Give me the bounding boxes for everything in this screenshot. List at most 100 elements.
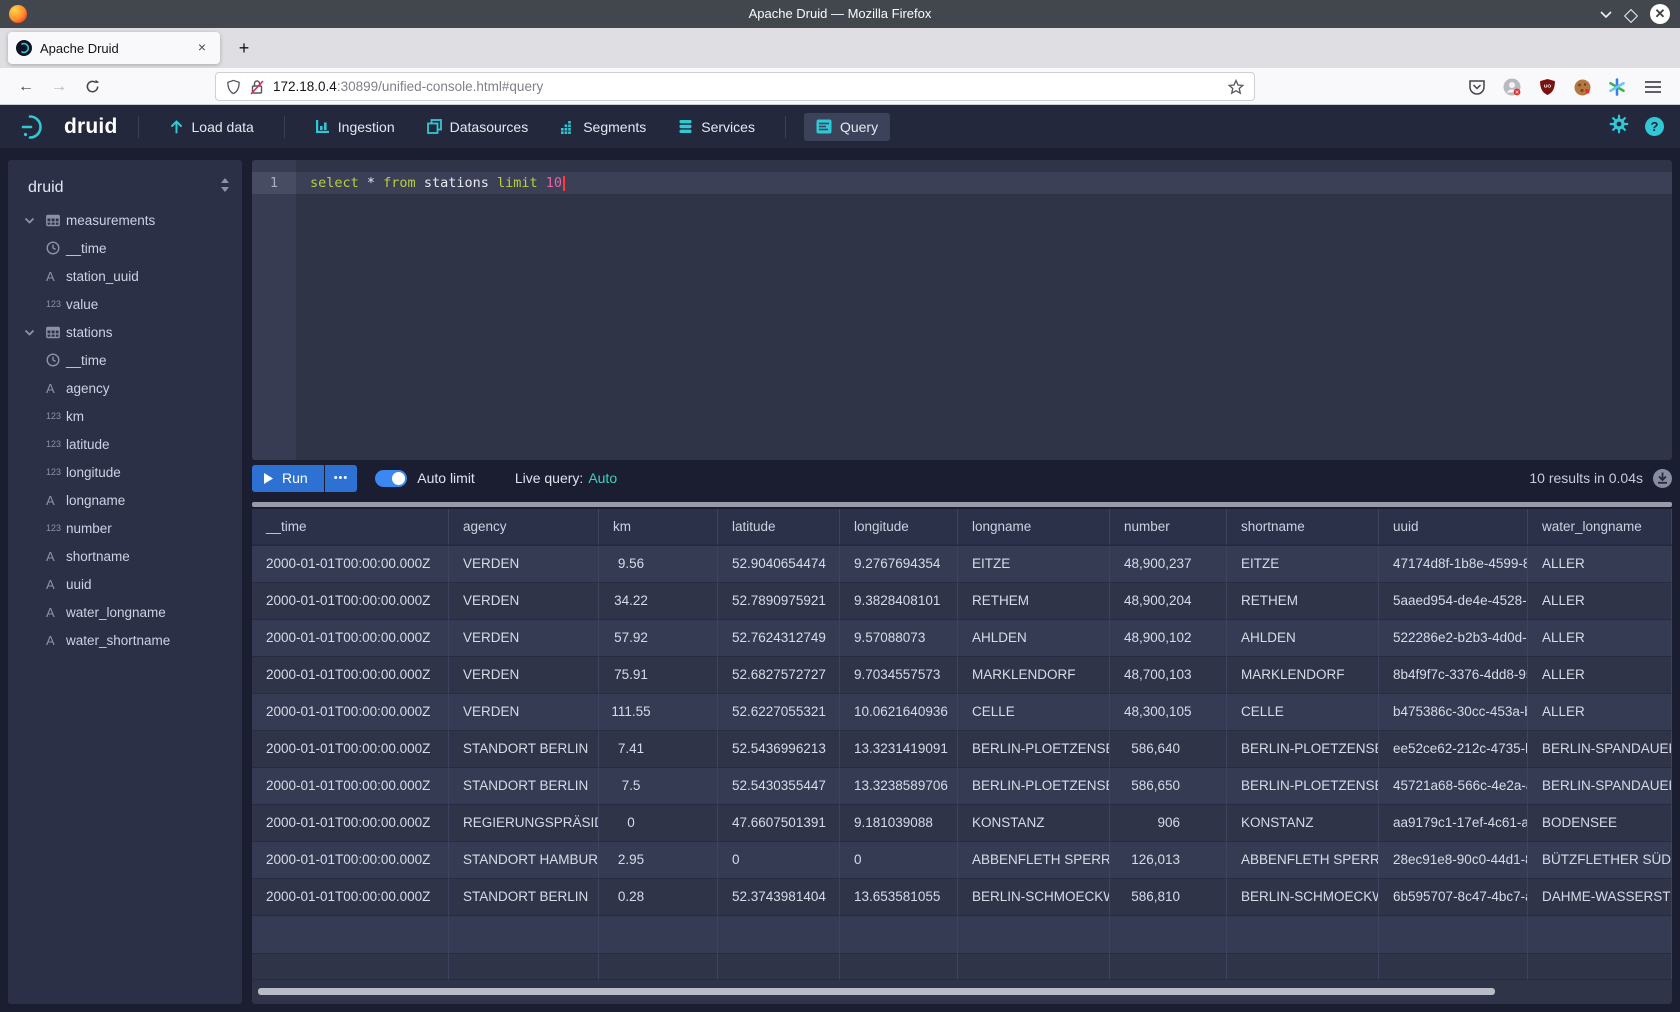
cell-shortname[interactable]: EITZE [1227,546,1379,583]
cell-uuid[interactable]: aa9179c1-17ef-4c61-a48 [1379,805,1528,842]
cell-latitude[interactable]: 47.6607501391 [718,805,840,842]
cell-uuid[interactable]: ee52ce62-212c-4735-b4 [1379,731,1528,768]
column-header-km[interactable]: km [599,509,718,545]
cell-longname[interactable]: EITZE [958,546,1110,583]
cell-km[interactable]: 57.92 [599,620,718,657]
pane-resize-handle[interactable] [252,502,1672,507]
cell-water_longname[interactable]: BERLIN-SPANDAUER-SCHIFFAHRTSKANAL [1528,731,1672,768]
bookmark-star-icon[interactable] [1228,79,1244,95]
cell-km[interactable]: 0 [599,805,718,842]
nav-item-datasources[interactable]: Datasources [415,113,541,141]
help-icon[interactable]: ? [1645,117,1664,136]
chevron-down-icon[interactable] [24,215,46,226]
forward-icon[interactable]: → [45,73,73,101]
cell-longitude[interactable]: 10.0621640936 [840,694,958,731]
cell-longname[interactable]: BERLIN-SCHMOECKWITZ [958,879,1110,916]
cell-longitude[interactable]: 9.3828408101 [840,583,958,620]
cell-agency[interactable]: STANDORT BERLIN [449,768,599,805]
pocket-icon[interactable] [1466,76,1488,98]
cell-agency[interactable]: VERDEN [449,583,599,620]
sidebar-table-measurements[interactable]: measurements [8,206,242,234]
cell-number[interactable]: 48,900,237 [1110,546,1227,583]
cell-latitude[interactable]: 52.5436996213 [718,731,840,768]
cell-longitude[interactable]: 0 [840,842,958,879]
reload-icon[interactable] [78,73,106,101]
cell-longname[interactable]: MARKLENDORF [958,657,1110,694]
cell-longitude[interactable]: 9.181039088 [840,805,958,842]
cell-longitude[interactable]: 13.653581055 [840,879,958,916]
cell-__time[interactable]: 2000-01-01T00:00:00.000Z [252,731,449,768]
cell-number[interactable]: 586,650 [1110,768,1227,805]
cell-km[interactable]: 34.22 [599,583,718,620]
extension-asterisk-icon[interactable] [1606,76,1628,98]
column-header-number[interactable]: number [1110,509,1227,545]
schema-selector[interactable]: druid [28,179,220,197]
cell-latitude[interactable]: 52.7890975921 [718,583,840,620]
cell-number[interactable]: 586,810 [1110,879,1227,916]
cell-longname[interactable]: CELLE [958,694,1110,731]
cell-shortname[interactable]: RETHEM [1227,583,1379,620]
cell-water_longname[interactable]: ALLER [1528,546,1672,583]
cell-km[interactable]: 0.28 [599,879,718,916]
sidebar-column-__time[interactable]: __time [8,346,242,374]
cell-km[interactable]: 7.41 [599,731,718,768]
cell-__time[interactable]: 2000-01-01T00:00:00.000Z [252,546,449,583]
sql-editor[interactable]: 1 select * from stations limit 10 [252,160,1672,460]
cell-shortname[interactable]: BERLIN-PLOETZENSEE OP [1227,731,1379,768]
cell-latitude[interactable]: 52.9040654474 [718,546,840,583]
auto-limit-toggle[interactable] [375,470,407,487]
column-header-longitude[interactable]: longitude [840,509,958,545]
cell-__time[interactable]: 2000-01-01T00:00:00.000Z [252,583,449,620]
cell-shortname[interactable]: ABBENFLETH SPERRWERK [1227,842,1379,879]
column-header-agency[interactable]: agency [449,509,599,545]
cell-latitude[interactable]: 52.5430355447 [718,768,840,805]
nav-item-ingestion[interactable]: Ingestion [303,113,407,141]
new-tab-button[interactable]: + [232,36,256,60]
cell-water_longname[interactable]: BÜTZFLETHER SÜDERELBE [1528,842,1672,879]
account-icon[interactable]: ✕ [1501,76,1523,98]
sidebar-column-water_shortname[interactable]: Awater_shortname [8,626,242,654]
nav-item-services[interactable]: Services [666,113,767,141]
cell-number[interactable]: 586,640 [1110,731,1227,768]
cell-latitude[interactable]: 0 [718,842,840,879]
cell-number[interactable]: 906 [1110,805,1227,842]
shield-icon[interactable] [226,79,241,95]
nav-item-query[interactable]: Query [804,113,890,141]
column-header-latitude[interactable]: latitude [718,509,840,545]
cell-water_longname[interactable]: ALLER [1528,657,1672,694]
cell-km[interactable]: 111.55 [599,694,718,731]
cell-uuid[interactable]: 8b4f9f7c-3376-4dd8-95c [1379,657,1528,694]
cell-uuid[interactable]: 5aaed954-de4e-4528-8f [1379,583,1528,620]
nav-item-segments[interactable]: Segments [548,113,658,141]
cell-agency[interactable]: STANDORT HAMBURG [449,842,599,879]
cell-latitude[interactable]: 52.3743981404 [718,879,840,916]
sidebar-column-water_longname[interactable]: Awater_longname [8,598,242,626]
cell-shortname[interactable]: BERLIN-SCHMOECKWITZ [1227,879,1379,916]
cell-agency[interactable]: VERDEN [449,620,599,657]
cell-number[interactable]: 126,013 [1110,842,1227,879]
url-text[interactable]: 172.18.0.4:30899/unified-console.html#qu… [273,79,543,94]
sidebar-column-value[interactable]: 123value [8,290,242,318]
column-header-longname[interactable]: longname [958,509,1110,545]
cell-agency[interactable]: VERDEN [449,694,599,731]
sidebar-table-stations[interactable]: stations [8,318,242,346]
cell-longname[interactable]: BERLIN-PLOETZENSEE OP [958,731,1110,768]
cell-longitude[interactable]: 9.7034557573 [840,657,958,694]
cell-shortname[interactable]: BERLIN-PLOETZENSEE UP [1227,768,1379,805]
chevron-down-icon[interactable] [24,327,46,338]
ublock-icon[interactable]: UO [1536,76,1558,98]
cell-water_longname[interactable]: ALLER [1528,583,1672,620]
maximize-icon[interactable] [1624,9,1638,23]
url-bar[interactable]: 172.18.0.4:30899/unified-console.html#qu… [215,72,1255,101]
tab-close-icon[interactable]: × [192,38,212,58]
column-header-__time[interactable]: __time [252,509,449,545]
cell-__time[interactable]: 2000-01-01T00:00:00.000Z [252,879,449,916]
cell-longname[interactable]: AHLDEN [958,620,1110,657]
cell-km[interactable]: 75.91 [599,657,718,694]
tab-apache-druid[interactable]: Apache Druid × [8,32,220,64]
cell-shortname[interactable]: KONSTANZ [1227,805,1379,842]
cell-km[interactable]: 7.5 [599,768,718,805]
close-window-icon[interactable]: ✕ [1650,4,1670,24]
sidebar-column-agency[interactable]: Aagency [8,374,242,402]
cell-uuid[interactable]: b475386c-30cc-453a-b3 [1379,694,1528,731]
